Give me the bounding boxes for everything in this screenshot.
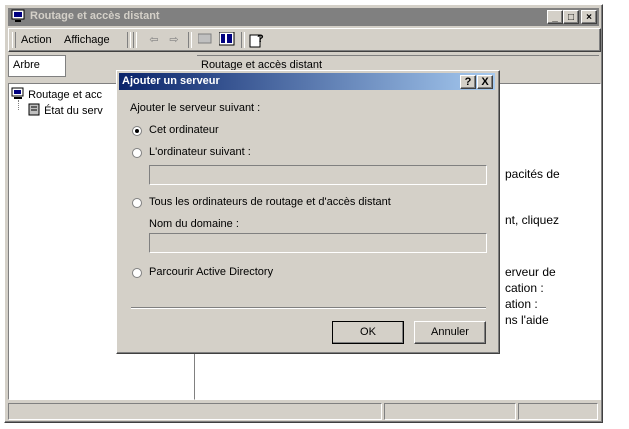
ok-button[interactable]: OK: [332, 321, 404, 344]
status-cell: [518, 403, 598, 420]
back-arrow-icon[interactable]: ⇦: [146, 32, 162, 48]
radio-this-computer-label[interactable]: Cet ordinateur: [149, 124, 219, 136]
folder-up-icon[interactable]: [197, 32, 213, 48]
tree-item-server-status[interactable]: État du serv: [27, 103, 103, 119]
window-titlebar[interactable]: Routage et accès distant _ □ ×: [8, 8, 599, 26]
maximize-button[interactable]: □: [563, 10, 579, 24]
dialog-help-button[interactable]: ?: [460, 75, 476, 89]
menu-grip: [12, 32, 16, 48]
radio-following-computer-label[interactable]: L'ordinateur suivant :: [149, 146, 251, 158]
close-button[interactable]: ×: [581, 10, 597, 24]
minimize-button[interactable]: _: [547, 10, 563, 24]
help-icon[interactable]: ?: [249, 32, 265, 48]
status-cell: [384, 403, 516, 420]
routing-app-icon: [11, 9, 26, 23]
svg-text:?: ?: [257, 33, 264, 45]
menu-toolbar: Action Affichage ⇦ ⇨ ?: [8, 28, 601, 52]
radio-all-routers[interactable]: [132, 198, 142, 208]
content-text-line: ation :: [505, 297, 538, 311]
tree-item-server-status-label: État du serv: [44, 104, 103, 117]
tree-item-root[interactable]: Routage et acc: [11, 87, 102, 103]
content-text-line: cation :: [505, 281, 544, 295]
window-title: Routage et accès distant: [30, 10, 160, 22]
tab-arbre-label: Arbre: [13, 59, 40, 71]
dialog-titlebar[interactable]: Ajouter un serveur ? X: [119, 73, 495, 90]
content-text-line: pacités de: [505, 167, 560, 181]
tree-item-root-label: Routage et acc: [28, 88, 103, 101]
radio-following-computer[interactable]: [132, 148, 142, 158]
toolbar-separator: [188, 32, 192, 48]
content-text-line: erveur de: [505, 265, 556, 279]
menu-action[interactable]: Action: [21, 34, 52, 46]
domain-name-label: Nom du domaine :: [149, 218, 239, 230]
radio-all-routers-label[interactable]: Tous les ordinateurs de routage et d'acc…: [149, 196, 391, 208]
domain-name-field[interactable]: [149, 233, 487, 253]
tab-arbre[interactable]: Arbre: [8, 55, 66, 77]
radio-browse-ad[interactable]: [132, 268, 142, 278]
dialog-title: Ajouter un serveur: [122, 75, 220, 87]
toolbar-separator: [127, 32, 131, 48]
dialog-separator: [131, 307, 486, 309]
status-bar: [8, 402, 599, 420]
menu-affichage[interactable]: Affichage: [64, 34, 110, 46]
show-tree-icon[interactable]: [218, 31, 235, 48]
radio-browse-ad-label[interactable]: Parcourir Active Directory: [149, 266, 273, 278]
intro-label: Ajouter le serveur suivant :: [130, 102, 261, 114]
toolbar-separator: [133, 32, 137, 48]
server-status-icon: [27, 103, 41, 119]
toolbar-separator: [241, 32, 245, 48]
status-cell: [8, 403, 382, 420]
radio-this-computer[interactable]: [132, 126, 142, 136]
forward-arrow-icon[interactable]: ⇨: [166, 32, 182, 48]
tree-line: [18, 100, 20, 110]
content-text-line: ns l'aide: [505, 313, 549, 327]
dialog-close-button[interactable]: X: [477, 75, 493, 89]
add-server-dialog: Ajouter un serveur ? X Ajouter le serveu…: [116, 70, 500, 354]
computer-name-field[interactable]: [149, 165, 487, 185]
content-text-line: nt, cliquez: [505, 213, 560, 227]
cancel-button[interactable]: Annuler: [414, 321, 486, 344]
